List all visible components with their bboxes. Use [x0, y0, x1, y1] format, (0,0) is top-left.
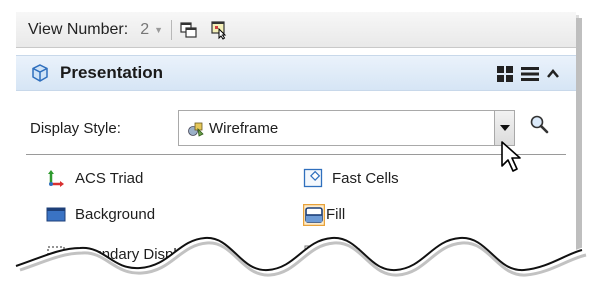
item-label: Background — [75, 205, 156, 223]
grid-icon — [303, 244, 323, 264]
windows-icon[interactable] — [179, 20, 199, 40]
item-label: Fast Cells — [332, 169, 399, 187]
acs-triad-icon — [46, 168, 66, 188]
chevron-down-icon — [499, 125, 510, 131]
mouse-cursor-icon — [501, 141, 521, 172]
list-item-grid[interactable]: Grid — [303, 244, 360, 264]
list-item-boundary-display[interactable]: Boundary Display — [46, 244, 193, 264]
fill-icon — [302, 203, 326, 227]
display-style-row: Display Style: Wireframe — [16, 108, 576, 148]
item-label: ACS Triad — [75, 169, 144, 187]
view-number-label: View Number: — [28, 20, 129, 38]
panel-title: Presentation — [60, 63, 163, 82]
item-label: Fill — [326, 205, 346, 223]
presentation-header[interactable]: Presentation — [16, 55, 576, 91]
item-label: Boundary Display — [75, 245, 193, 263]
display-style-combo[interactable]: Wireframe — [178, 110, 515, 146]
wireframe-icon — [187, 120, 205, 138]
presentation-panel: View Number: 2 ▼ Presentation Display St… — [16, 12, 576, 287]
divider — [26, 154, 566, 155]
boundary-display-icon — [46, 244, 66, 264]
fast-cells-icon — [303, 168, 323, 188]
view-number-bar: View Number: 2 ▼ — [16, 12, 576, 48]
item-label: Grid — [332, 245, 361, 263]
view-number-value[interactable]: 2 — [140, 21, 149, 39]
display-style-value: Wireframe — [209, 120, 279, 137]
display-style-label: Display Style: — [30, 120, 121, 137]
cube-icon — [30, 63, 50, 83]
chevron-down-icon[interactable]: ▼ — [154, 25, 163, 35]
list-view-icon[interactable] — [520, 65, 540, 83]
list-item-fill[interactable]: Fill — [302, 203, 346, 227]
grid-view-icon[interactable] — [496, 65, 514, 83]
list-item-background[interactable]: Background — [46, 204, 155, 224]
view-select-icon[interactable] — [209, 20, 229, 40]
list-item-fast-cells[interactable]: Fast Cells — [303, 168, 399, 188]
list-item-acs-triad[interactable]: ACS Triad — [46, 168, 143, 188]
collapse-icon[interactable] — [546, 67, 560, 81]
search-icon[interactable] — [528, 114, 550, 136]
toolbar-separator — [171, 19, 173, 40]
background-icon — [46, 204, 66, 224]
